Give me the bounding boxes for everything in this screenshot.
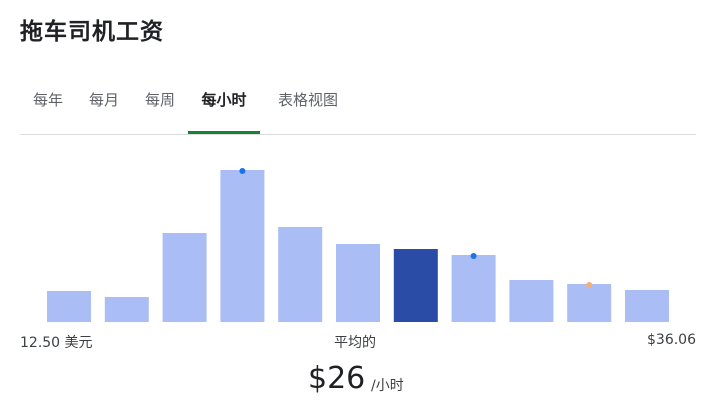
tab-yearly[interactable]: 每年 — [20, 78, 76, 134]
histogram-bar[interactable] — [567, 284, 612, 322]
page-title: 拖车司机工资 — [20, 19, 164, 45]
tab-weekly[interactable]: 每周 — [132, 78, 188, 134]
histogram-bar[interactable] — [104, 297, 149, 322]
period-tabs: 每年 每月 每周 每小时 表格视图 — [20, 78, 696, 135]
bar-marker-dot — [586, 282, 593, 288]
histogram-bar[interactable] — [451, 255, 496, 322]
bar-marker-dot — [470, 253, 477, 259]
histogram-bar-average[interactable] — [393, 249, 438, 322]
tab-table-view[interactable]: 表格视图 — [260, 78, 356, 134]
average-label: 平均的 — [334, 335, 376, 351]
histogram-bar[interactable] — [220, 170, 265, 322]
histogram-bar[interactable] — [336, 244, 380, 322]
bar-marker-dot — [239, 168, 246, 174]
histogram-bar[interactable] — [47, 291, 91, 322]
min-salary-label: 12.50 美元 — [20, 335, 93, 351]
salary-distribution-chart — [47, 168, 669, 322]
histogram-bar[interactable] — [509, 280, 554, 322]
max-salary-label: $36.06 — [647, 332, 696, 348]
average-salary-value: $26 — [308, 361, 366, 396]
tab-monthly[interactable]: 每月 — [76, 78, 132, 134]
tab-hourly[interactable]: 每小时 — [188, 78, 260, 134]
histogram-bar[interactable] — [162, 233, 207, 322]
salary-unit: /小时 — [371, 378, 404, 394]
histogram-bar[interactable] — [625, 290, 669, 322]
histogram-bar[interactable] — [278, 227, 323, 322]
